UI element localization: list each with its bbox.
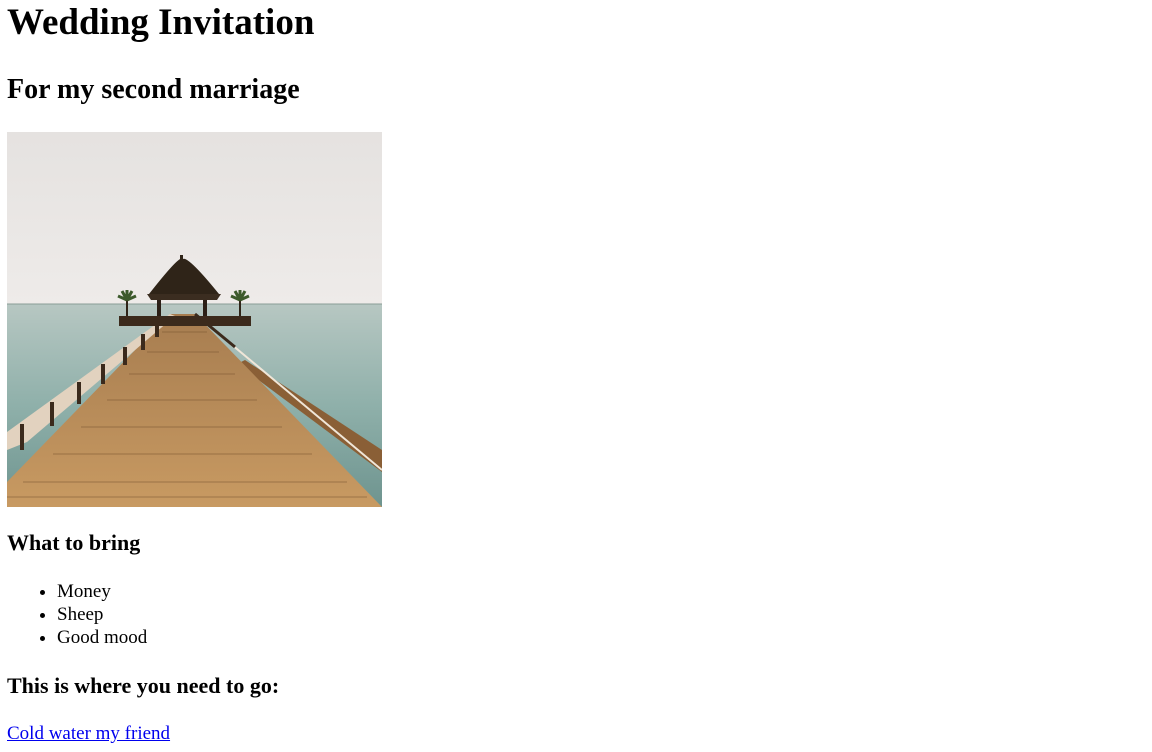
gazebo-platform (119, 316, 251, 326)
page-title: Wedding Invitation (7, 2, 315, 43)
list-item: Sheep (57, 603, 147, 626)
location-heading: This is where you need to go: (7, 673, 280, 698)
what-to-bring-heading: What to bring (7, 530, 141, 555)
location-link[interactable]: Cold water my friend (7, 722, 170, 746)
list-item: Money (57, 580, 147, 603)
page-subtitle: For my second marriage (7, 74, 300, 105)
pier-photo (7, 132, 382, 507)
list-item: Good mood (57, 626, 147, 649)
bring-list: Money Sheep Good mood (7, 580, 147, 649)
